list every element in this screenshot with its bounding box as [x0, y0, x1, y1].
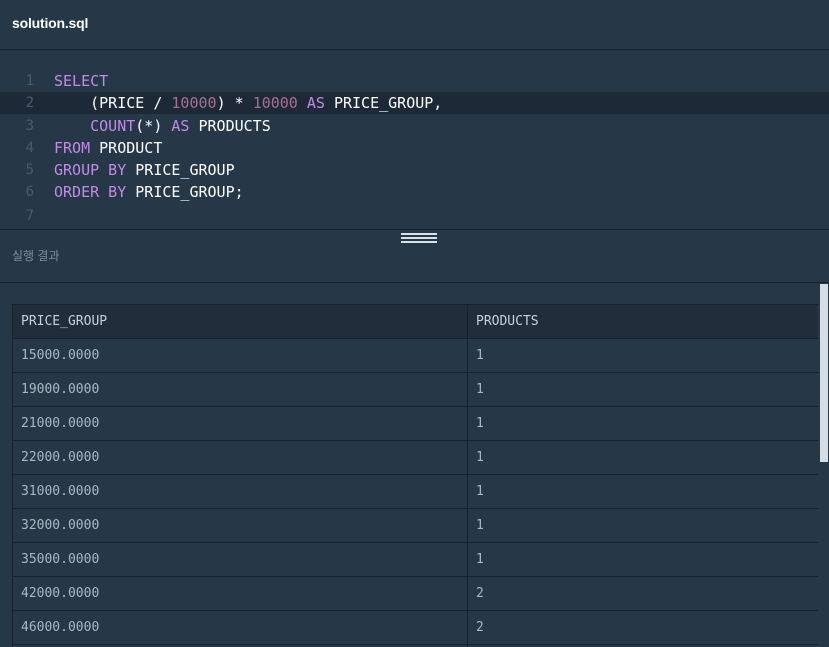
sql-keyword: SELECT — [54, 72, 109, 90]
cell-price-group: 46000.0000 — [12, 610, 468, 645]
cell-products: 1 — [467, 542, 818, 577]
sql-token: (PRICE / — [54, 94, 172, 112]
table-row: 35000.0000 1 — [12, 542, 818, 577]
results-divider — [0, 282, 829, 283]
code-text: FROM PRODUCT — [54, 137, 162, 159]
sql-keyword: ORDER BY — [54, 183, 127, 201]
table-row: 19000.0000 1 — [12, 372, 818, 407]
code-editor[interactable]: 1 SELECT 2 (PRICE / 10000) * 10000 AS PRIC… — [0, 51, 829, 229]
code-line[interactable]: 6 ORDER BY PRICE_GROUP; — [0, 181, 829, 203]
sql-keyword: FROM — [54, 139, 91, 157]
cell-price-group: 42000.0000 — [12, 576, 468, 611]
line-number: 5 — [25, 162, 34, 178]
cell-products: 2 — [467, 576, 818, 611]
file-name[interactable]: solution.sql — [12, 15, 88, 31]
results-title: 실행 결과 — [12, 249, 60, 263]
table-header-row: PRICE_GROUP PRODUCTS — [12, 304, 818, 339]
column-header-price-group: PRICE_GROUP — [12, 304, 468, 339]
code-text: COUNT(*) AS PRODUCTS — [54, 115, 271, 137]
line-number: 2 — [25, 95, 34, 111]
sql-token: PRICE_GROUP, — [333, 94, 443, 112]
code-text: SELECT — [54, 70, 108, 92]
table-row: 21000.0000 1 — [12, 406, 818, 441]
sql-keyword: COUNT — [54, 117, 136, 135]
cell-price-group: 15000.0000 — [12, 338, 468, 373]
sql-keyword: AS — [171, 117, 190, 135]
cell-price-group: 21000.0000 — [12, 406, 468, 441]
code-text: (PRICE / 10000) * 10000 AS PRICE_GROUP, — [54, 92, 442, 114]
cell-products: 1 — [467, 508, 818, 543]
code-line[interactable]: 1 SELECT — [0, 70, 829, 92]
file-tab-bar: solution.sql — [0, 0, 829, 50]
line-number: 1 — [25, 73, 34, 89]
cell-products: 1 — [467, 372, 818, 407]
sql-token: PRODUCT — [90, 139, 163, 157]
cell-price-group: 31000.0000 — [12, 474, 468, 509]
sql-number: 10000 — [171, 94, 217, 112]
table-row: 22000.0000 1 — [12, 440, 818, 475]
cell-price-group: 32000.0000 — [12, 508, 468, 543]
sql-token: ) * — [216, 94, 253, 112]
cell-price-group: 19000.0000 — [12, 372, 468, 407]
sql-token: PRICE_GROUP — [126, 161, 235, 179]
resize-handle-icon[interactable] — [401, 233, 437, 243]
sql-number: 10000 — [252, 94, 298, 112]
line-number: 3 — [25, 118, 34, 134]
cell-products: 2 — [467, 610, 818, 645]
results-table: PRICE_GROUP PRODUCTS 15000.0000 1 19000.0… — [12, 304, 818, 647]
code-line[interactable]: 5 GROUP BY PRICE_GROUP — [0, 159, 829, 181]
cell-products: 1 — [467, 474, 818, 509]
cell-price-group: 35000.0000 — [12, 542, 468, 577]
table-row: 32000.0000 1 — [12, 508, 818, 543]
line-number: 6 — [25, 184, 34, 200]
code-line[interactable]: 2 (PRICE / 10000) * 10000 AS PRICE_GROUP… — [0, 92, 829, 114]
pane-splitter[interactable] — [0, 229, 829, 230]
table-row: 31000.0000 1 — [12, 474, 818, 509]
code-text: ORDER BY PRICE_GROUP; — [54, 181, 244, 203]
sql-token: (*) — [135, 117, 172, 135]
line-number: 4 — [25, 140, 34, 156]
cell-products: 1 — [467, 338, 818, 373]
code-text: GROUP BY PRICE_GROUP — [54, 159, 235, 181]
table-row: 15000.0000 1 — [12, 338, 818, 373]
sql-token: PRODUCTS — [189, 117, 271, 135]
code-line[interactable]: 7 — [0, 205, 829, 227]
results-panel: PRICE_GROUP PRODUCTS 15000.0000 1 19000.0… — [12, 304, 818, 647]
sql-token: PRICE_GROUP; — [126, 183, 244, 201]
column-header-products: PRODUCTS — [467, 304, 818, 339]
code-line[interactable]: 3 COUNT(*) AS PRODUCTS — [0, 115, 829, 137]
code-line[interactable]: 4 FROM PRODUCT — [0, 137, 829, 159]
table-row: 42000.0000 2 — [12, 576, 818, 611]
line-number: 7 — [25, 208, 34, 224]
table-row: 46000.0000 2 — [12, 610, 818, 645]
cell-products: 1 — [467, 406, 818, 441]
cell-price-group: 22000.0000 — [12, 440, 468, 475]
cell-products: 1 — [467, 440, 818, 475]
sql-keyword: GROUP BY — [54, 161, 127, 179]
scrollbar-thumb[interactable] — [820, 284, 828, 462]
sql-keyword: AS — [297, 94, 334, 112]
